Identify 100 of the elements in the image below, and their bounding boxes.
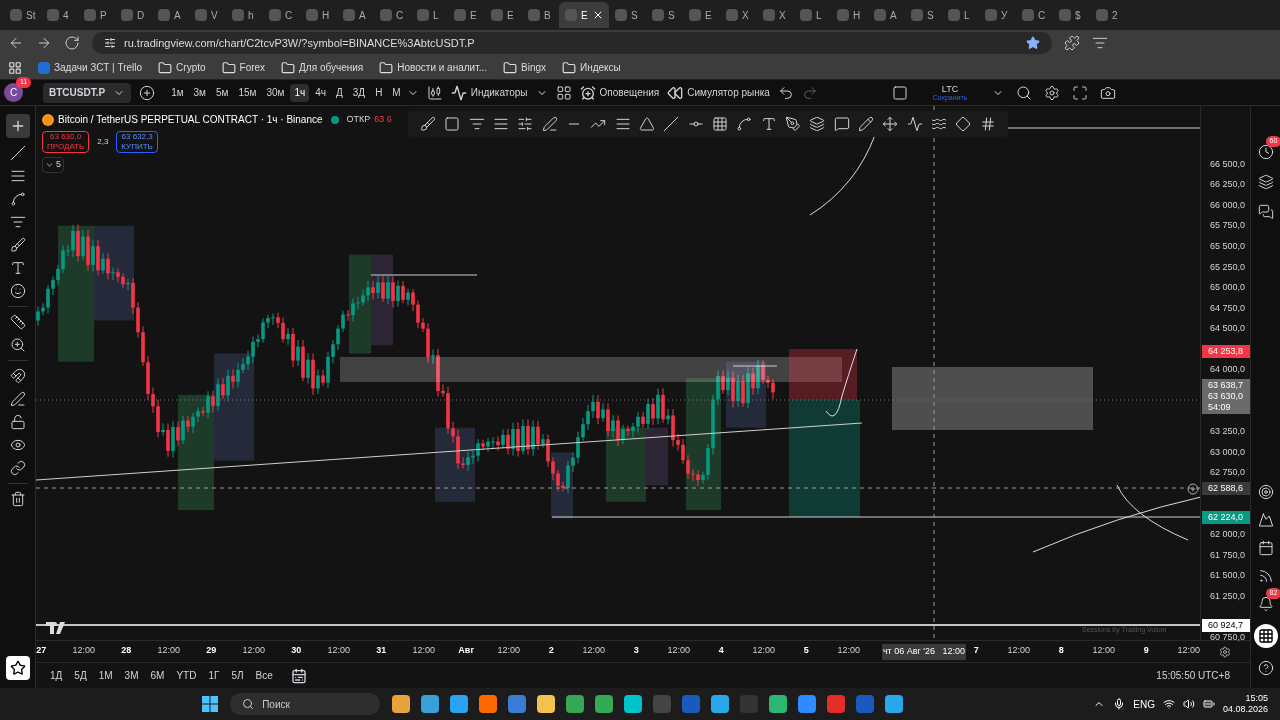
interval-button[interactable]: 1ч xyxy=(290,83,310,102)
battery-icon[interactable] xyxy=(1202,698,1215,710)
target-icon[interactable] xyxy=(1257,484,1274,500)
back-icon[interactable] xyxy=(8,35,24,51)
browser-tab[interactable]: S xyxy=(905,2,942,28)
interval-button[interactable]: 15м xyxy=(234,83,261,102)
search-icon[interactable] xyxy=(1016,84,1032,101)
browser-tab[interactable]: X xyxy=(757,2,794,28)
range-button[interactable]: Все xyxy=(253,668,275,683)
bookmark[interactable]: Индексы xyxy=(562,60,621,75)
indicators-button[interactable]: Индикаторы xyxy=(450,84,528,101)
browser-tab[interactable]: A xyxy=(337,2,374,28)
mountain-icon[interactable] xyxy=(1257,512,1274,528)
star-icon[interactable] xyxy=(1026,36,1040,50)
lines-icon[interactable] xyxy=(614,116,631,132)
browser-tab[interactable]: L xyxy=(942,2,979,28)
browser-tab[interactable]: A xyxy=(152,2,189,28)
line-icon[interactable] xyxy=(663,116,680,132)
interval-button[interactable]: 5м xyxy=(212,83,233,102)
candles-icon[interactable] xyxy=(426,84,443,101)
templates-icon[interactable] xyxy=(555,84,572,101)
sell-button[interactable]: 63 630,0 ПРОДАТЬ xyxy=(42,131,90,153)
app-icon[interactable] xyxy=(421,695,440,713)
app-icon[interactable] xyxy=(479,695,498,713)
range-button[interactable]: 1М xyxy=(96,668,115,683)
app-icon[interactable] xyxy=(595,695,614,713)
browser-tab[interactable]: H xyxy=(831,2,868,28)
smiley-icon[interactable] xyxy=(9,283,26,299)
bookmark[interactable]: Forex xyxy=(221,60,266,75)
browser-tab[interactable]: C xyxy=(374,2,411,28)
browser-tab[interactable]: S xyxy=(609,2,646,28)
extensions-icon[interactable] xyxy=(1064,35,1080,51)
grid-icon[interactable] xyxy=(712,116,729,132)
mic-icon[interactable] xyxy=(1113,698,1126,710)
brush-icon[interactable] xyxy=(420,116,437,132)
pen-icon[interactable] xyxy=(541,116,558,132)
browser-tab[interactable]: У xyxy=(979,2,1016,28)
interval-button[interactable]: М xyxy=(388,83,405,102)
triangle-icon[interactable] xyxy=(639,116,656,132)
browser-tab[interactable]: X xyxy=(720,2,757,28)
range-button[interactable]: 5Д xyxy=(72,668,89,683)
app-icon[interactable] xyxy=(392,695,411,713)
buy-button[interactable]: 63 632,3 КУПИТЬ xyxy=(116,131,158,153)
zoom-icon[interactable] xyxy=(9,337,26,353)
address-bar[interactable]: ru.tradingview.com/chart/C2tcvP3W/?symbol=BINANCE%3AbtcUSDT.P xyxy=(92,32,1052,54)
search-field[interactable]: Поиск xyxy=(230,693,381,715)
browser-tab[interactable]: C xyxy=(1016,2,1053,28)
volume-icon[interactable] xyxy=(1182,698,1195,710)
undo-icon[interactable] xyxy=(777,84,794,101)
camera-icon[interactable] xyxy=(1100,84,1116,101)
app-icon[interactable] xyxy=(537,695,556,713)
app-icon[interactable] xyxy=(624,695,643,713)
app-icon[interactable] xyxy=(711,695,730,713)
language-indicator[interactable]: ENG xyxy=(1133,696,1155,712)
browser-tab[interactable]: E xyxy=(485,2,522,28)
browser-tab[interactable]: A xyxy=(868,2,905,28)
text-icon[interactable] xyxy=(760,116,777,132)
pencil-icon[interactable] xyxy=(858,116,875,132)
bookmark[interactable]: Новости и аналит... xyxy=(379,60,487,75)
browser-tab[interactable]: L xyxy=(411,2,448,28)
magnet-icon[interactable] xyxy=(9,368,26,384)
windows-logo-icon[interactable] xyxy=(202,696,219,712)
brush-icon[interactable] xyxy=(9,237,26,253)
site-info-icon[interactable] xyxy=(104,37,116,49)
eye-icon[interactable] xyxy=(9,437,26,453)
layout-icon[interactable] xyxy=(892,84,908,101)
wave-icon[interactable] xyxy=(931,116,948,132)
browser-tab[interactable]: H xyxy=(300,2,337,28)
favorites-button[interactable] xyxy=(5,656,30,680)
replay-button[interactable]: Симулятор рынка xyxy=(667,84,770,101)
browser-tab[interactable]: S xyxy=(646,2,683,28)
symbol-search[interactable]: BTCUSDT.P xyxy=(43,82,132,103)
interval-button[interactable]: 4ч xyxy=(311,83,330,102)
signal-icon[interactable] xyxy=(1257,568,1274,584)
browser-tab[interactable]: L xyxy=(794,2,831,28)
app-icon[interactable] xyxy=(769,695,788,713)
range-button[interactable]: 3М xyxy=(122,668,141,683)
app-icon[interactable] xyxy=(885,695,904,713)
range-button[interactable]: 6М xyxy=(148,668,167,683)
browser-tab[interactable]: E xyxy=(448,2,485,28)
pen-icon[interactable] xyxy=(785,116,802,132)
chat-icon[interactable] xyxy=(1257,204,1274,220)
square-icon[interactable] xyxy=(444,116,461,132)
app-icon[interactable] xyxy=(450,695,469,713)
layers-icon[interactable] xyxy=(809,116,826,132)
trash-icon[interactable] xyxy=(9,491,26,507)
bookmark[interactable]: Bingx xyxy=(503,60,546,75)
settings-icon[interactable] xyxy=(1044,84,1060,101)
bookmark[interactable]: Для обучения xyxy=(281,60,364,75)
text-icon[interactable] xyxy=(9,260,26,276)
bookmark[interactable]: Задачи ЗСТ | Trello xyxy=(38,60,143,75)
link-icon[interactable] xyxy=(9,460,26,476)
interval-button[interactable]: Н xyxy=(371,83,387,102)
lock-icon[interactable] xyxy=(9,414,26,430)
settings-icon[interactable] xyxy=(1219,645,1231,658)
apps-icon[interactable] xyxy=(8,60,22,75)
forward-icon[interactable] xyxy=(36,35,52,51)
ruler-icon[interactable] xyxy=(9,314,26,330)
taskbar-clock[interactable]: 15:05 04.08.2026 xyxy=(1222,693,1268,715)
range-button[interactable]: 1Г xyxy=(206,668,222,683)
